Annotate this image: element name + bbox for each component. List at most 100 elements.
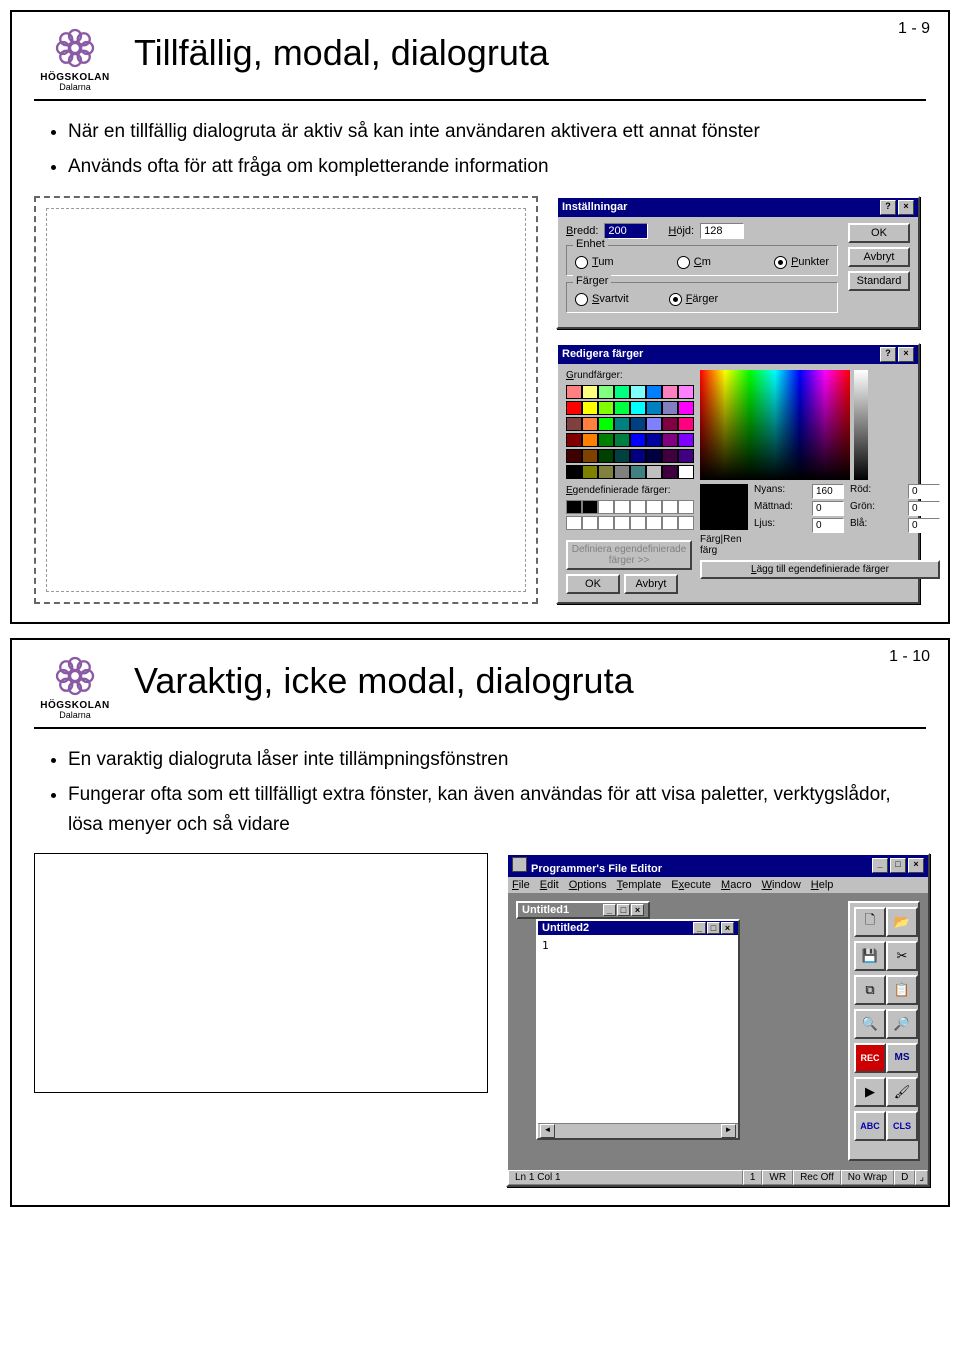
- color-swatch[interactable]: [582, 449, 598, 463]
- color-swatch[interactable]: [614, 433, 630, 447]
- color-swatch[interactable]: [614, 401, 630, 415]
- scroll-right-icon[interactable]: ►: [721, 1124, 736, 1138]
- radio-cm[interactable]: Cm: [677, 256, 711, 269]
- color-swatch[interactable]: [614, 385, 630, 399]
- color-swatch[interactable]: [646, 433, 662, 447]
- close-icon[interactable]: ×: [898, 200, 914, 215]
- resize-grip-icon[interactable]: ⌟: [915, 1170, 928, 1185]
- color-swatch[interactable]: [582, 500, 598, 514]
- color-swatch[interactable]: [582, 401, 598, 415]
- play-icon[interactable]: ▶: [854, 1077, 886, 1107]
- color-swatch[interactable]: [630, 500, 646, 514]
- color-swatch[interactable]: [646, 500, 662, 514]
- color-swatch[interactable]: [662, 433, 678, 447]
- close-icon[interactable]: ×: [908, 858, 924, 873]
- color-swatch[interactable]: [630, 385, 646, 399]
- color-swatch[interactable]: [678, 500, 694, 514]
- nyans-input[interactable]: [812, 484, 844, 499]
- gron-input[interactable]: [908, 501, 940, 516]
- help-icon[interactable]: ?: [880, 347, 896, 362]
- color-swatch[interactable]: [566, 449, 582, 463]
- color-swatch[interactable]: [598, 433, 614, 447]
- menu-options[interactable]: Options: [569, 879, 607, 891]
- color-swatch[interactable]: [662, 449, 678, 463]
- color-swatch[interactable]: [646, 401, 662, 415]
- horizontal-scrollbar[interactable]: ◄ ►: [538, 1123, 738, 1138]
- brush-icon[interactable]: 🖌: [886, 1077, 918, 1107]
- ok-button[interactable]: OK: [566, 574, 620, 594]
- color-swatch[interactable]: [598, 385, 614, 399]
- color-swatch[interactable]: [678, 385, 694, 399]
- color-swatch[interactable]: [678, 401, 694, 415]
- menu-window[interactable]: Window: [762, 879, 801, 891]
- close-icon[interactable]: ×: [898, 347, 914, 362]
- color-swatch[interactable]: [630, 433, 646, 447]
- color-swatch[interactable]: [614, 417, 630, 431]
- ms-icon[interactable]: MS: [886, 1043, 918, 1073]
- color-swatch[interactable]: [582, 433, 598, 447]
- color-swatch[interactable]: [614, 516, 630, 530]
- doc2-window[interactable]: Untitled2 _ □ × 1 ◄ ►: [536, 919, 740, 1140]
- color-swatch[interactable]: [566, 417, 582, 431]
- minimize-icon[interactable]: _: [603, 904, 616, 916]
- color-swatch[interactable]: [662, 417, 678, 431]
- color-swatch[interactable]: [598, 401, 614, 415]
- radio-farger[interactable]: Färger: [669, 293, 718, 306]
- color-swatch[interactable]: [582, 385, 598, 399]
- maximize-icon[interactable]: □: [890, 858, 906, 873]
- color-swatch[interactable]: [598, 449, 614, 463]
- define-custom-button[interactable]: Definiera egendefinierade färger >>: [566, 540, 692, 570]
- mattnad-input[interactable]: [812, 501, 844, 516]
- menu-macro[interactable]: Macro: [721, 879, 752, 891]
- color-swatch[interactable]: [566, 516, 582, 530]
- color-swatch[interactable]: [678, 516, 694, 530]
- radio-svartvit[interactable]: Svartvit: [575, 293, 629, 306]
- save-icon[interactable]: 💾: [854, 941, 886, 971]
- color-swatch[interactable]: [646, 385, 662, 399]
- color-swatch[interactable]: [598, 465, 614, 479]
- standard-button[interactable]: Standard: [848, 271, 910, 291]
- close-icon[interactable]: ×: [631, 904, 644, 916]
- menu-template[interactable]: Template: [617, 879, 662, 891]
- color-swatch[interactable]: [678, 449, 694, 463]
- color-swatch[interactable]: [662, 500, 678, 514]
- menu-help[interactable]: Help: [811, 879, 834, 891]
- color-swatch[interactable]: [678, 433, 694, 447]
- close-icon[interactable]: ×: [721, 922, 734, 934]
- color-swatch[interactable]: [662, 465, 678, 479]
- search-icon[interactable]: 🔍: [854, 1009, 886, 1039]
- color-swatch[interactable]: [646, 465, 662, 479]
- bredd-input[interactable]: [604, 223, 648, 239]
- new-file-icon[interactable]: 🗋: [854, 907, 886, 937]
- color-swatch[interactable]: [566, 401, 582, 415]
- color-swatch[interactable]: [646, 449, 662, 463]
- color-swatch[interactable]: [566, 433, 582, 447]
- paste-icon[interactable]: 📋: [886, 975, 918, 1005]
- hue-sat-field[interactable]: [700, 370, 850, 480]
- maximize-icon[interactable]: □: [707, 922, 720, 934]
- color-swatch[interactable]: [630, 401, 646, 415]
- minimize-icon[interactable]: _: [872, 858, 888, 873]
- color-swatch[interactable]: [598, 500, 614, 514]
- menu-execute[interactable]: Execute: [671, 879, 711, 891]
- ljus-input[interactable]: [812, 518, 844, 533]
- color-swatch[interactable]: [614, 465, 630, 479]
- abc-icon[interactable]: ABC: [854, 1111, 886, 1141]
- help-icon[interactable]: ?: [880, 200, 896, 215]
- rod-input[interactable]: [908, 484, 940, 499]
- radio-tum[interactable]: Tum: [575, 256, 614, 269]
- search-scope-icon[interactable]: 🔎: [886, 1009, 918, 1039]
- color-swatch[interactable]: [662, 516, 678, 530]
- menu-file[interactable]: File: [512, 879, 530, 891]
- ok-button[interactable]: OK: [848, 223, 910, 243]
- color-swatch[interactable]: [630, 516, 646, 530]
- menu-edit[interactable]: Edit: [540, 879, 559, 891]
- color-swatch[interactable]: [598, 516, 614, 530]
- radio-punkter[interactable]: Punkter: [774, 256, 829, 269]
- doc-editor-area[interactable]: 1: [538, 935, 738, 1123]
- add-custom-button[interactable]: Lägg till egendefinierade färger: [700, 560, 940, 579]
- color-swatch[interactable]: [566, 500, 582, 514]
- color-swatch[interactable]: [598, 417, 614, 431]
- open-folder-icon[interactable]: 📂: [886, 907, 918, 937]
- cut-icon[interactable]: ✂: [886, 941, 918, 971]
